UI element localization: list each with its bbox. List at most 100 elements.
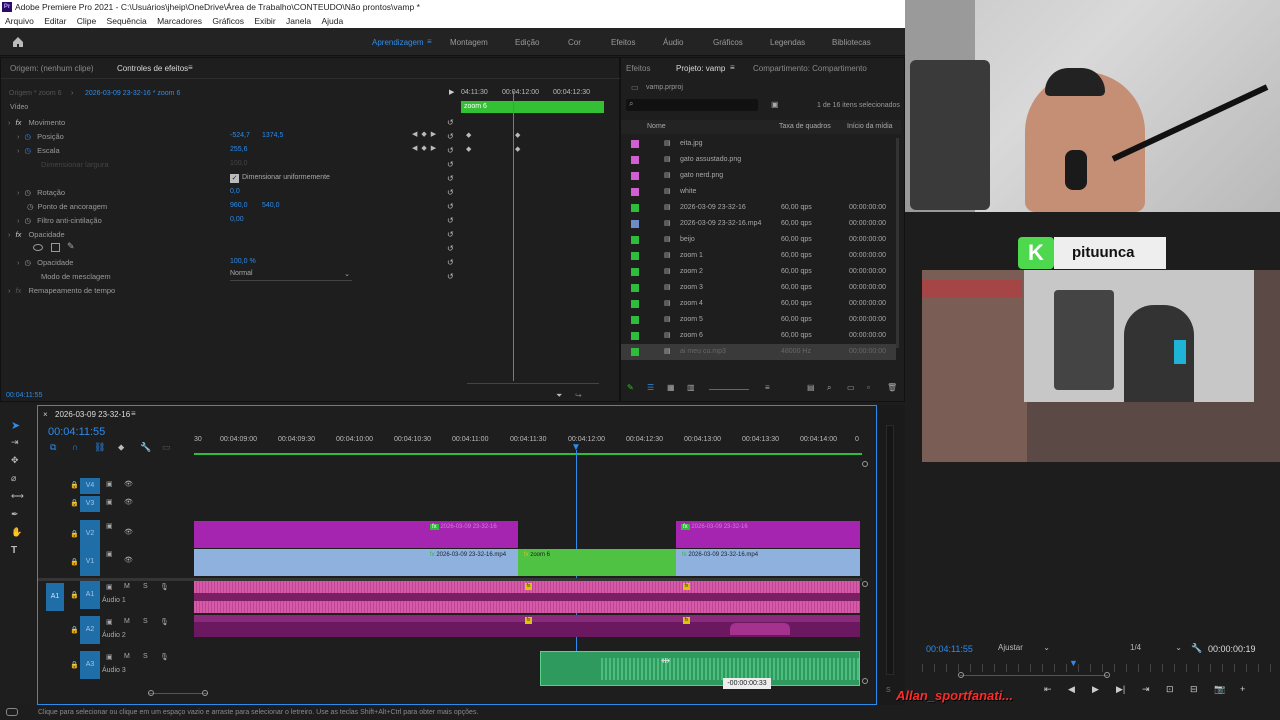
snap-icon[interactable]: ∩: [72, 442, 78, 452]
program-zoom-bar[interactable]: [960, 675, 1108, 676]
position-x-value[interactable]: -524,7: [230, 132, 250, 139]
lock-icon[interactable]: 🔒: [70, 481, 79, 489]
label-color-swatch[interactable]: [631, 348, 639, 356]
keyframe-icon[interactable]: ◆: [466, 145, 471, 153]
project-scrollbar[interactable]: [896, 138, 899, 348]
type-tool-icon[interactable]: T: [11, 545, 17, 556]
v1-clip[interactable]: fx 2026-03-09 23-32-16.mp4: [194, 549, 518, 576]
lock-icon[interactable]: 🔒: [70, 558, 79, 566]
ec-playhead[interactable]: [513, 91, 514, 381]
tab-source[interactable]: Origem: (nenhum clipe): [10, 64, 94, 73]
sync-lock-icon[interactable]: ▣: [106, 583, 113, 591]
fit-select[interactable]: Ajustar ⌄: [998, 643, 1050, 655]
lock-icon[interactable]: 🔒: [70, 530, 79, 538]
project-search-input[interactable]: ⌕: [626, 99, 758, 111]
workspace-montagem[interactable]: Montagem: [450, 38, 488, 47]
hand-tool-icon[interactable]: ✋: [11, 527, 22, 538]
trash-icon[interactable]: 🗑: [887, 383, 897, 392]
mute-button[interactable]: M: [124, 583, 130, 590]
zoom-slider[interactable]: [709, 389, 749, 390]
label-color-swatch[interactable]: [631, 300, 639, 308]
zoom-bar-handle[interactable]: [148, 690, 154, 696]
mute-button[interactable]: M: [124, 653, 130, 660]
sort-icon[interactable]: ≡: [765, 383, 770, 392]
close-icon[interactable]: ×: [43, 410, 48, 419]
selection-tool-icon[interactable]: ➤: [11, 419, 20, 432]
label-color-swatch[interactable]: [631, 188, 639, 196]
automate-icon[interactable]: ▤: [807, 383, 815, 392]
keyframe-icon[interactable]: ◆: [466, 131, 471, 139]
horizontal-zoom-bar[interactable]: [148, 693, 208, 694]
time-ruler[interactable]: 30 00:04:09:00 00:04:09:30 00:04:10:00 00:04…: [194, 432, 862, 454]
workspace-audio[interactable]: Áudio: [663, 38, 683, 47]
workspace-bibliotecas[interactable]: Bibliotecas: [832, 38, 871, 47]
scale-value[interactable]: 255,6: [230, 146, 248, 153]
project-item[interactable]: ▤ 2026-03-09 23-32-16.mp4 60,00 qps 00:00:0…: [621, 216, 896, 232]
project-item[interactable]: ▤ zoom 2 60,00 qps 00:00:00:00: [621, 264, 896, 280]
vertical-zoom-handle[interactable]: [862, 678, 868, 684]
program-ruler[interactable]: [922, 664, 1274, 672]
pen-tool-icon[interactable]: ✒: [11, 509, 19, 520]
workspace-edicao[interactable]: Edição: [515, 38, 539, 47]
track-header-v2[interactable]: 🔒 V2 ▣ 👁: [38, 520, 194, 548]
home-icon[interactable]: [12, 36, 24, 48]
track-header-a2[interactable]: 🔒 A2 ▣ M S 🎙 Áudio 2: [38, 616, 194, 644]
track-target[interactable]: V4: [80, 478, 100, 494]
menu-editar[interactable]: Editar: [44, 16, 66, 26]
workspace-menu-icon[interactable]: ≡: [427, 37, 432, 46]
solo-button[interactable]: S: [886, 687, 891, 694]
film-icon[interactable]: ▣: [106, 498, 113, 506]
add-marker-icon[interactable]: ⬥: [118, 442, 124, 453]
sequence-clip-label[interactable]: 2026-03-09 23-32-16 * zoom 6: [85, 90, 180, 97]
new-item-icon[interactable]: ▫: [867, 383, 870, 392]
solo-button[interactable]: S: [143, 583, 148, 590]
tab-bin[interactable]: Compartimento: Compartimento: [753, 64, 867, 73]
menu-graficos[interactable]: Gráficos: [212, 16, 244, 26]
track-target[interactable]: V1: [80, 548, 100, 576]
tab-effect-controls[interactable]: Controles de efeitos: [117, 64, 188, 73]
workspace-aprendizagem[interactable]: Aprendizagem: [372, 38, 424, 47]
add-button-icon[interactable]: +: [1240, 684, 1245, 694]
track-target[interactable]: A1: [80, 581, 100, 609]
menu-marcadores[interactable]: Marcadores: [157, 16, 202, 26]
sync-lock-icon[interactable]: ▣: [106, 618, 113, 626]
label-color-swatch[interactable]: [631, 284, 639, 292]
master-clip-label[interactable]: Origem * zoom 6: [9, 90, 62, 97]
track-select-tool-icon[interactable]: ⇥: [11, 437, 19, 448]
menu-sequencia[interactable]: Sequência: [107, 16, 147, 26]
lock-icon[interactable]: 🔒: [70, 591, 79, 599]
effect-row-opacity-group[interactable]: › fx Opacidade: [1, 228, 461, 242]
panel-menu-icon[interactable]: ≡: [188, 63, 193, 72]
flicker-value[interactable]: 0,00: [230, 216, 244, 223]
v1-clip[interactable]: fx 2026-03-09 23-32-16.mp4: [676, 549, 860, 576]
eye-icon[interactable]: 👁: [124, 528, 133, 536]
find-icon[interactable]: ⌕: [827, 383, 831, 393]
opacity-value[interactable]: 100,0 %: [230, 258, 256, 265]
project-item[interactable]: ▤ beijo 60,00 qps 00:00:00:00: [621, 232, 896, 248]
label-color-swatch[interactable]: [631, 236, 639, 244]
menu-clipe[interactable]: Clipe: [77, 16, 96, 26]
rectangle-mask-icon[interactable]: [51, 243, 60, 252]
pencil-icon[interactable]: ✎: [627, 383, 634, 392]
settings-wrench-icon[interactable]: 🔧: [1191, 643, 1202, 654]
ec-zoom-scrollbar[interactable]: [467, 383, 599, 384]
ec-timecode[interactable]: 00:04:11:55: [6, 392, 42, 399]
new-bin-icon[interactable]: ▣: [771, 100, 779, 109]
project-item[interactable]: ▤ gato nerd.png: [621, 168, 896, 184]
overwrite-icon[interactable]: ⊟: [1190, 684, 1198, 695]
project-item[interactable]: ▤ zoom 4 60,00 qps 00:00:00:00: [621, 296, 896, 312]
track-header-v1[interactable]: 🔒 V1 ▣ 👁: [38, 548, 194, 576]
v2-clip[interactable]: fx 2026-03-09 23-32-16: [676, 521, 860, 548]
source-patch-a1[interactable]: A1: [46, 583, 64, 611]
menu-arquivo[interactable]: Arquivo: [5, 16, 34, 26]
project-item[interactable]: ▤ zoom 5 60,00 qps 00:00:00:00: [621, 312, 896, 328]
freeform-view-icon[interactable]: ▥: [687, 383, 695, 392]
insert-icon[interactable]: ⊡: [1166, 684, 1174, 695]
project-item[interactable]: ▤ white: [621, 184, 896, 200]
effect-row-movement[interactable]: › fx Movimento: [1, 116, 461, 130]
column-media-start[interactable]: Início da mídia: [847, 120, 893, 134]
tab-effects[interactable]: Efeitos: [626, 64, 650, 73]
position-y-value[interactable]: 1374,5: [262, 132, 283, 139]
track-header-a1[interactable]: A1 🔒 A1 ▣ M S 🎙 Áudio 1: [38, 581, 194, 611]
solo-button[interactable]: S: [143, 653, 148, 660]
